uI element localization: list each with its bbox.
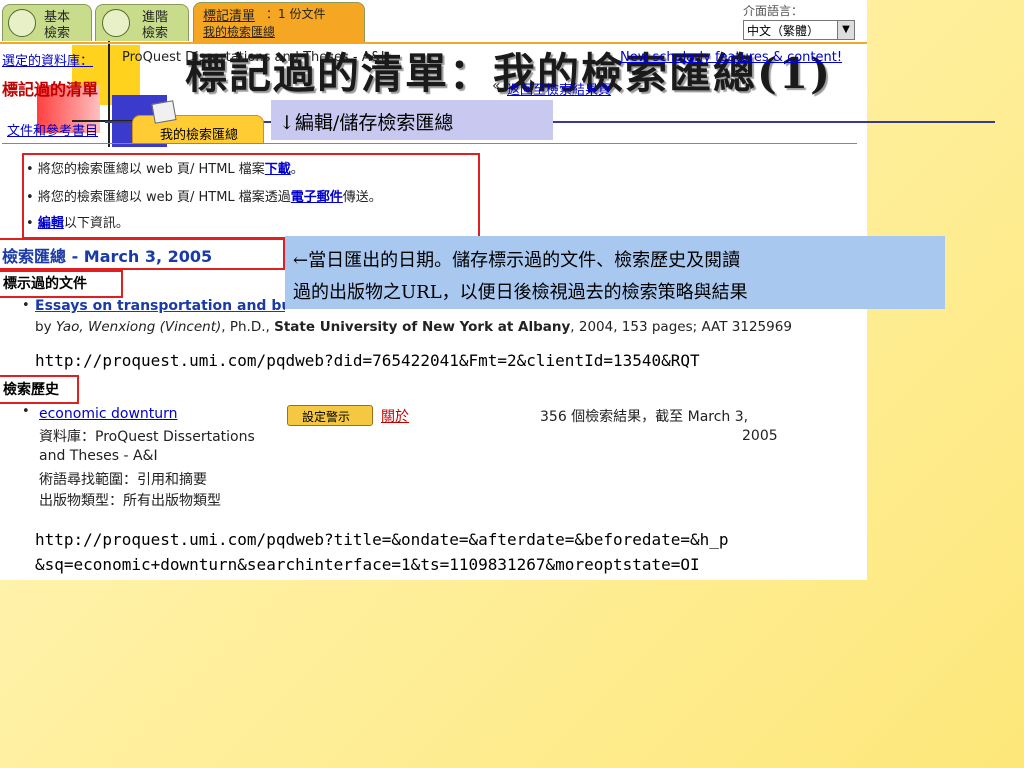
search-history-label: 檢索歷史 [3, 382, 59, 398]
document-bullet: • [22, 298, 30, 313]
action-edit-text: 以下資訊。 [63, 216, 129, 231]
action-download-end: 。 [290, 162, 304, 177]
doc-school: State University of New York at Albany [274, 319, 571, 335]
doc-rest: , 2004, 153 pages; AAT 3125969 [570, 319, 792, 335]
summary-heading: 檢索匯總 - March 3, 2005 [2, 247, 213, 266]
new-features-link[interactable]: New scholarly features & content! [620, 50, 842, 65]
document-citation: by Yao, Wenxiong (Vincent), Ph.D., State… [35, 319, 792, 335]
history-pubtype: 出版物類型：所有出版物類型 [39, 493, 221, 509]
subtab-rule [2, 143, 857, 144]
email-link[interactable]: 電子郵件 [291, 190, 343, 205]
tab-bar-rule [0, 42, 867, 44]
set-alert-label: 設定警示 [302, 410, 351, 424]
language-label: 介面語言： [743, 4, 804, 18]
logo-vertical-line [108, 35, 110, 147]
action-email-text: 將您的檢索匯總以 web 頁/ HTML 檔案透過 [37, 190, 291, 205]
doc-by: by [35, 319, 56, 335]
doc-degree: , Ph.D., [221, 319, 275, 335]
history-results-line1: 356 個檢索結果，截至 March 3, [540, 409, 749, 425]
tab-basic-line2: 檢索 [44, 26, 71, 41]
action-download: • 將您的檢索匯總以 web 頁/ HTML 檔案下載。 [26, 162, 304, 177]
edit-save-callout: ↓編輯/儲存檢索匯總 [279, 112, 454, 134]
history-scope: 術語尋找範圍：引用和摘要 [39, 472, 207, 488]
history-db-line1: 資料庫：ProQuest Dissertations [39, 429, 255, 445]
tab-my-summary-label: 我的檢索匯總 [160, 128, 239, 143]
database-value: ProQuest Dissertations and Theses - A&I [122, 50, 385, 65]
history-results-line2: 2005 [742, 428, 778, 444]
history-url-line2[interactable]: &sq=economic+downturn&searchinterface=1&… [35, 555, 700, 574]
date-callout-line2: 過的出版物之URL，以便日後檢視過去的檢索策略與結果 [293, 282, 748, 303]
chevron-down-icon[interactable]: ▼ [837, 21, 854, 39]
about-link[interactable]: 關於 [381, 406, 409, 426]
tab-marked-line2[interactable]: 我的檢索匯總 [203, 23, 275, 40]
back-to-results-link[interactable]: 返回至檢索結果頁 [507, 79, 611, 98]
doc-authors: Yao, Wenxiong (Vincent) [55, 319, 222, 335]
edit-link[interactable]: 編輯 [38, 216, 64, 231]
tab-marked-count: ：1 份文件 [266, 7, 326, 21]
advanced-search-icon [102, 9, 130, 37]
language-select[interactable]: 中文（繁體） ▼ [743, 20, 855, 40]
database-label[interactable]: 選定的資料庫： [2, 50, 93, 69]
marked-docs-label: 標示過的文件 [3, 276, 87, 292]
summary-folder-icon [151, 100, 177, 124]
action-download-text: 將您的檢索匯總以 web 頁/ HTML 檔案 [37, 162, 265, 177]
document-title-link[interactable]: Essays on transportation and business cy… [35, 298, 285, 314]
tab-citations[interactable]: 文件和參考書目 [7, 120, 98, 139]
action-edit: • 編輯以下資訊。 [26, 216, 129, 231]
document-url[interactable]: http://proquest.umi.com/pqdweb?did=76542… [35, 351, 700, 370]
history-url-line1[interactable]: http://proquest.umi.com/pqdweb?title=&on… [35, 530, 729, 549]
page-heading: 標記過的清單 [2, 80, 99, 99]
back-prefix: « [492, 78, 501, 94]
tab-marked-line1[interactable]: 標記清單 [203, 5, 255, 24]
basic-search-icon [8, 9, 36, 37]
action-email-end: 傳送。 [342, 190, 382, 205]
download-link[interactable]: 下載 [265, 162, 291, 177]
set-alert-button[interactable]: 設定警示 [287, 405, 373, 426]
date-callout-line1: ←當日匯出的日期。儲存標示過的文件、檢索歷史及閱讀 [293, 250, 741, 271]
history-db-line2: and Theses - A&I [39, 448, 158, 464]
history-query-link[interactable]: economic downturn [39, 406, 178, 422]
language-selected: 中文（繁體） [747, 24, 820, 38]
action-email: • 將您的檢索匯總以 web 頁/ HTML 檔案透過電子郵件傳送。 [26, 190, 382, 205]
history-bullet: • [22, 404, 30, 419]
tab-advanced-line2: 檢索 [142, 26, 169, 41]
